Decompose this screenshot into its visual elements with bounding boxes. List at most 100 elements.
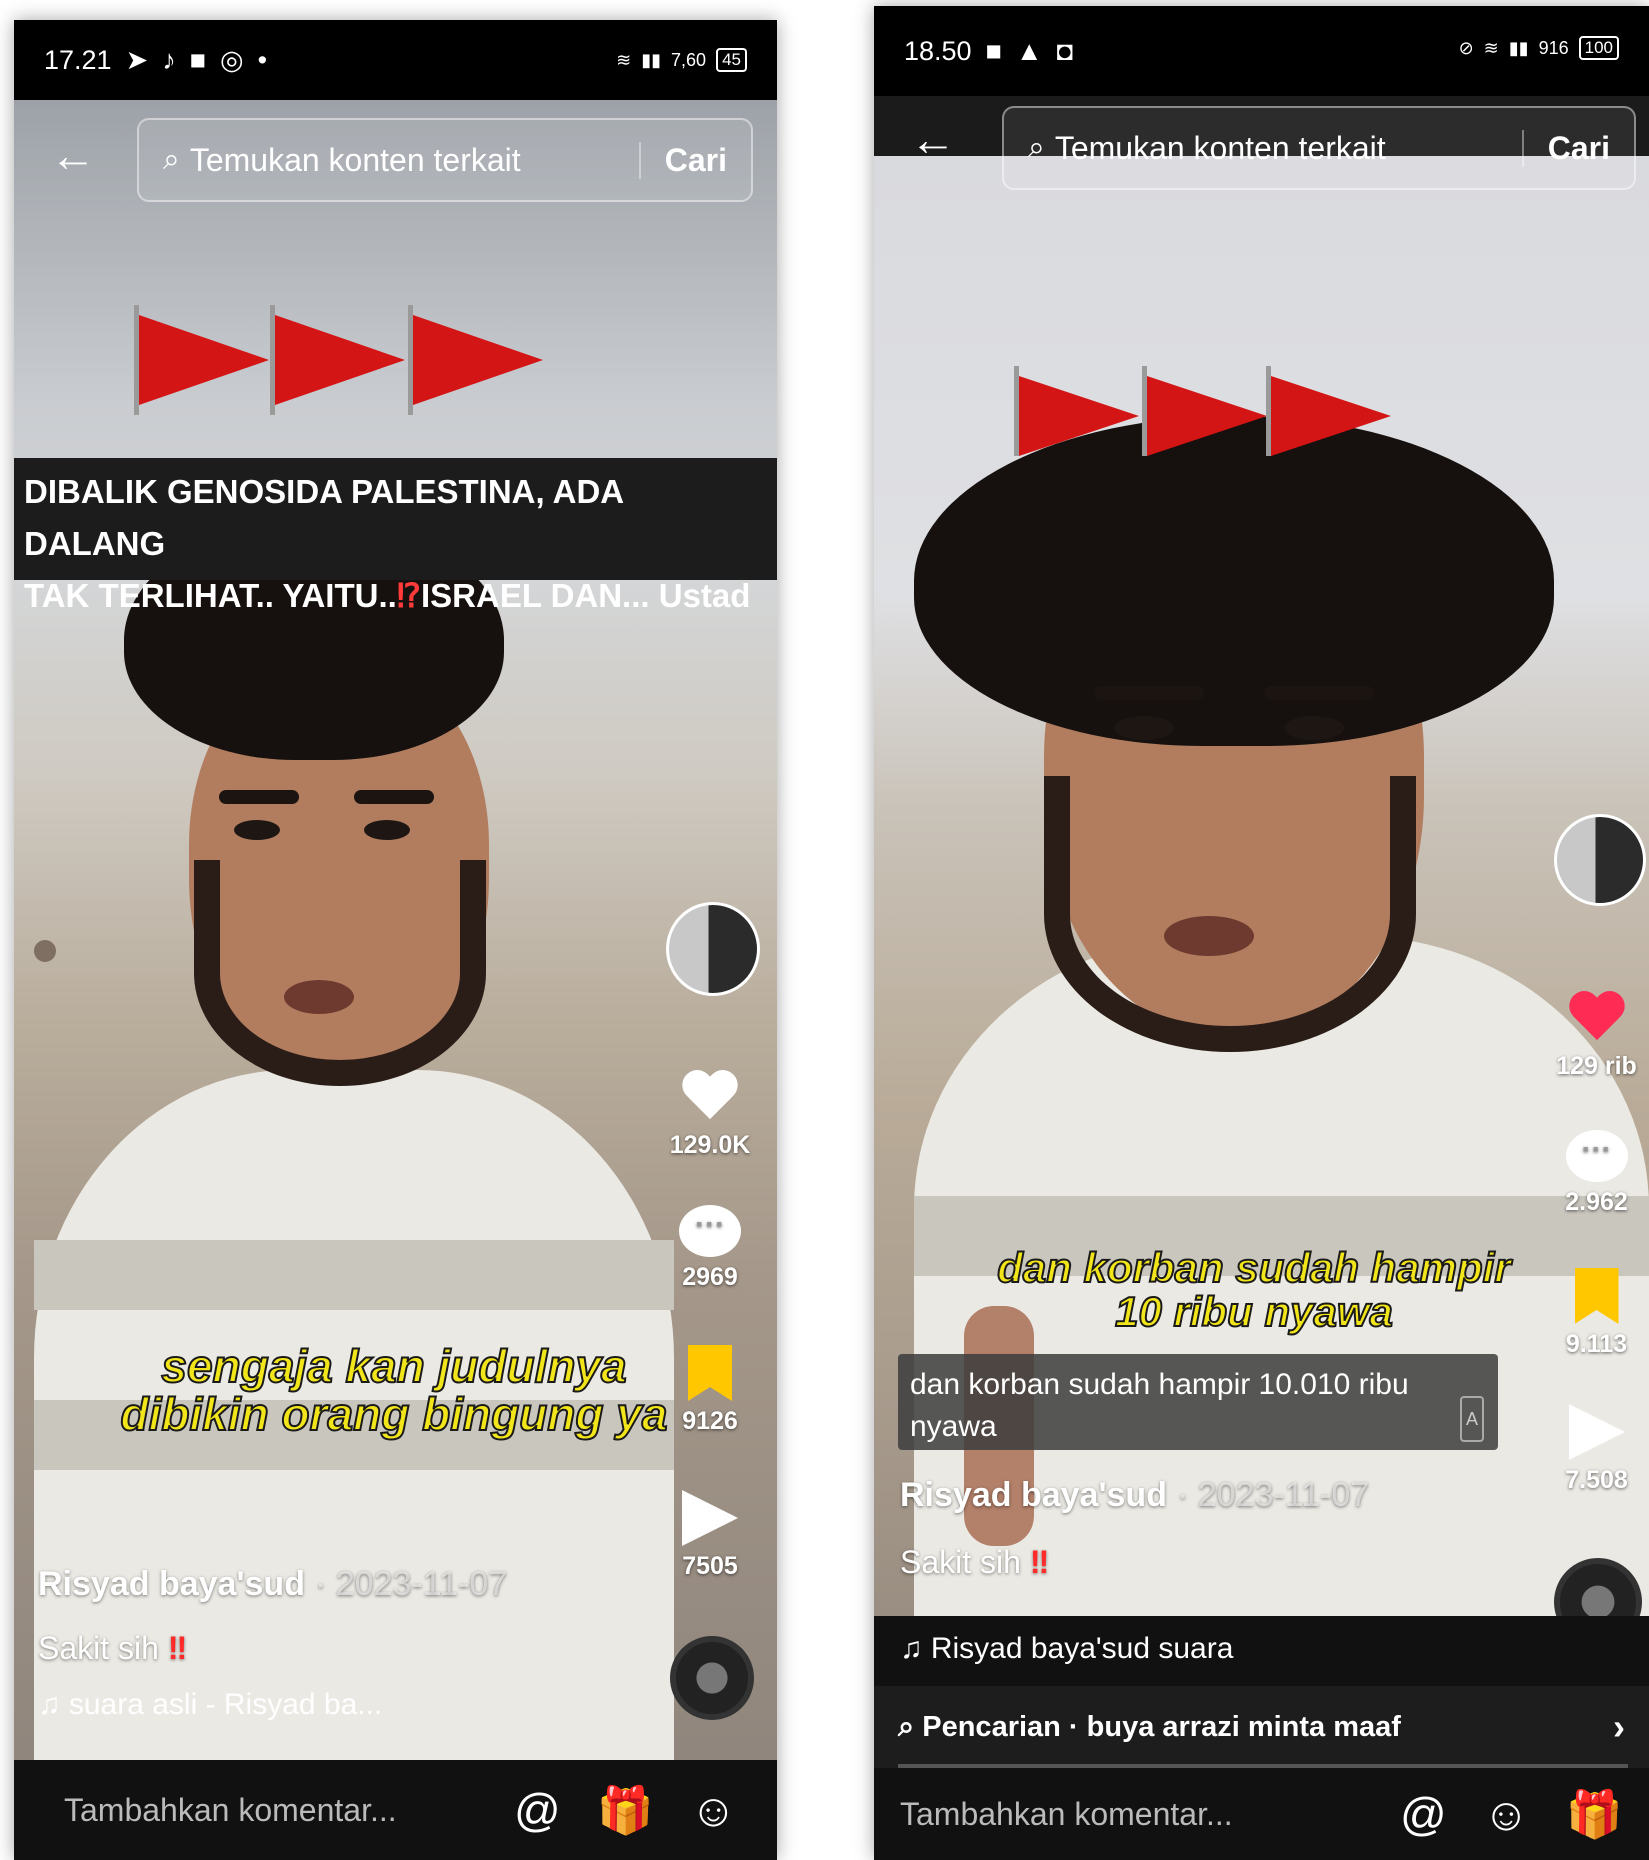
search-input[interactable]: Temukan konten terkait: [1055, 130, 1386, 167]
status-bar: 18.50 ■ ▲ ◘ ⊘ ≋ ▮▮ 916 100: [874, 6, 1649, 96]
caption-line: sengaja kan judulnya: [160, 1340, 627, 1392]
emoji-icon[interactable]: ☺: [1483, 1787, 1530, 1841]
video-description: Sakit sih ‼: [38, 1630, 187, 1667]
back-arrow-icon[interactable]: ←: [910, 112, 956, 166]
author-name[interactable]: Risyad baya'sud: [38, 1565, 305, 1603]
video-title-overlay: DIBALIK GENOSIDA PALESTINA, ADA DALANG T…: [14, 458, 777, 614]
video-caption: dan korban sudah hampir 10 ribu nyawa: [994, 1244, 1514, 1336]
sound-label[interactable]: ♫ Risyad baya'sud suara: [900, 1632, 1233, 1666]
save-button[interactable]: 9.113: [1544, 1268, 1649, 1359]
search-bar[interactable]: ⌕ Temukan konten terkait Cari: [137, 118, 753, 202]
video-description: Sakit sih ‼: [900, 1544, 1049, 1581]
sound-disc-icon[interactable]: [670, 1636, 754, 1720]
share-count: 7505: [682, 1552, 738, 1580]
mention-icon[interactable]: @: [514, 1783, 561, 1837]
status-bar: 17.21 ➤ ♪ ■ ◎ • ≋ ▮▮ 7,60 45: [14, 20, 777, 100]
gift-icon[interactable]: 🎁: [1566, 1787, 1623, 1842]
like-button[interactable]: 129 rib: [1544, 986, 1649, 1081]
signal-icon: ▮▮: [641, 49, 662, 70]
status-time: 18.50: [904, 36, 972, 66]
share-button[interactable]: 7505: [660, 1490, 760, 1581]
comment-input[interactable]: Tambahkan komentar...: [64, 1792, 397, 1829]
network-speed: 916: [1538, 37, 1569, 58]
caption-line: dibikin orang bingung ya: [120, 1388, 669, 1441]
mention-icon[interactable]: @: [1400, 1787, 1447, 1841]
back-arrow-icon[interactable]: ←: [50, 128, 96, 182]
app-icon: ■: [189, 44, 207, 75]
eye: [1284, 716, 1344, 740]
post-date: · 2023-11-07: [314, 1565, 508, 1603]
app-icon: ◘: [1056, 36, 1073, 66]
eye: [1114, 716, 1174, 740]
instagram-icon: ◎: [220, 44, 244, 75]
comment-icon: ···: [679, 1205, 741, 1257]
title-line-2: TAK TERLIHAT.. YAITU..⁉ISRAEL DAN... Ust…: [24, 570, 767, 622]
bookmark-icon: [1574, 1268, 1619, 1324]
comment-count: 2.962: [1565, 1188, 1628, 1216]
share-button[interactable]: 7.508: [1544, 1404, 1649, 1495]
network-speed: 7,60: [671, 49, 707, 70]
save-count: 9126: [682, 1407, 738, 1435]
description-text: Sakit sih: [900, 1544, 1021, 1580]
heart-icon: [680, 1065, 740, 1125]
like-button[interactable]: 129.0K: [660, 1065, 760, 1160]
comment-icon: ···: [1565, 1130, 1628, 1182]
title-line-1: DIBALIK GENOSIDA PALESTINA, ADA DALANG: [24, 473, 623, 562]
chevron-right-icon: ›: [1613, 1706, 1625, 1747]
search-button[interactable]: Cari: [638, 141, 751, 179]
person-hair: [914, 416, 1554, 746]
comment-input[interactable]: Tambahkan komentar...: [900, 1796, 1233, 1833]
subtitle-text: dan korban sudah hampir 10.010 ribu nyaw…: [910, 1368, 1409, 1443]
sound-label[interactable]: ♫ suara asli - Risyad ba...: [38, 1688, 382, 1722]
tiktok-icon: ♪: [162, 44, 176, 75]
comment-button[interactable]: ··· 2969: [660, 1205, 760, 1292]
wifi-icon: ≋: [616, 49, 632, 70]
search-button[interactable]: Cari: [1521, 129, 1634, 167]
battery-indicator: 100: [1578, 36, 1619, 60]
title-line-2-part: ISRAEL DAN... Ustad: [420, 577, 751, 614]
double-exclamation-emoji: ‼: [167, 1630, 188, 1666]
creator-avatar[interactable]: [1554, 814, 1646, 906]
description-text: Sakit sih: [38, 1630, 159, 1666]
save-count: 9.113: [1565, 1330, 1628, 1358]
suggestion-text: Pencarian · buya arrazi minta maaf: [922, 1710, 1401, 1743]
auto-subtitle: dan korban sudah hampir 10.010 ribu nyaw…: [898, 1354, 1498, 1450]
author-name[interactable]: Risyad baya'sud: [900, 1476, 1167, 1514]
title-line-2-part: TAK TERLIHAT.. YAITU..: [24, 577, 397, 614]
person-beard: [194, 860, 486, 1086]
save-button[interactable]: 9126: [660, 1345, 760, 1436]
do-not-disturb-icon: ⊘: [1458, 37, 1474, 58]
eye: [364, 820, 410, 840]
signal-icon: ▮▮: [1508, 37, 1529, 58]
right-phone-screenshot: 18.50 ■ ▲ ◘ ⊘ ≋ ▮▮ 916 100 ← ⌕ Temukan k…: [874, 6, 1649, 1860]
wifi-icon: ≋: [1483, 37, 1499, 58]
search-bar[interactable]: ⌕ Temukan konten terkait Cari: [1002, 106, 1636, 190]
eyebrow: [1094, 686, 1204, 700]
comment-bar: Tambahkan komentar... @ 🎁 ☺: [14, 1760, 777, 1860]
app-icon: ■: [985, 36, 1002, 66]
couch-detail: [34, 940, 56, 962]
sound-strip: ♫ Risyad baya'sud suara: [874, 1616, 1649, 1686]
translate-icon[interactable]: A: [1459, 1396, 1484, 1442]
creator-avatar[interactable]: [666, 902, 760, 996]
like-count: 129 rib: [1556, 1052, 1637, 1080]
emoji-icon[interactable]: ☺: [690, 1783, 737, 1837]
like-count: 129.0K: [669, 1131, 751, 1159]
eye: [234, 820, 280, 840]
search-icon: ⌕: [163, 143, 180, 176]
search-icon: ⌕: [898, 1710, 915, 1743]
gift-icon[interactable]: 🎁: [597, 1783, 654, 1838]
person-mouth: [284, 980, 354, 1014]
caption-line: dan korban sudah hampir: [996, 1244, 1511, 1291]
bookmark-icon: [688, 1345, 732, 1401]
comment-button[interactable]: ··· 2.962: [1544, 1130, 1649, 1217]
search-input[interactable]: Temukan konten terkait: [190, 142, 521, 179]
left-phone-screenshot: 17.21 ➤ ♪ ■ ◎ • ≋ ▮▮ 7,60 45 ← ⌕ Temukan…: [14, 20, 777, 1860]
video-caption: sengaja kan judulnya dibikin orang bingu…: [114, 1340, 674, 1441]
heart-icon: [1567, 986, 1627, 1046]
caption-line: 10 ribu nyawa: [1114, 1288, 1394, 1336]
comment-bar: Tambahkan komentar... @ ☺ 🎁: [874, 1768, 1649, 1860]
eyebrow: [354, 790, 434, 804]
eyebrow: [219, 790, 299, 804]
search-suggestion[interactable]: ⌕ Pencarian · buya arrazi minta maaf ›: [874, 1686, 1649, 1768]
